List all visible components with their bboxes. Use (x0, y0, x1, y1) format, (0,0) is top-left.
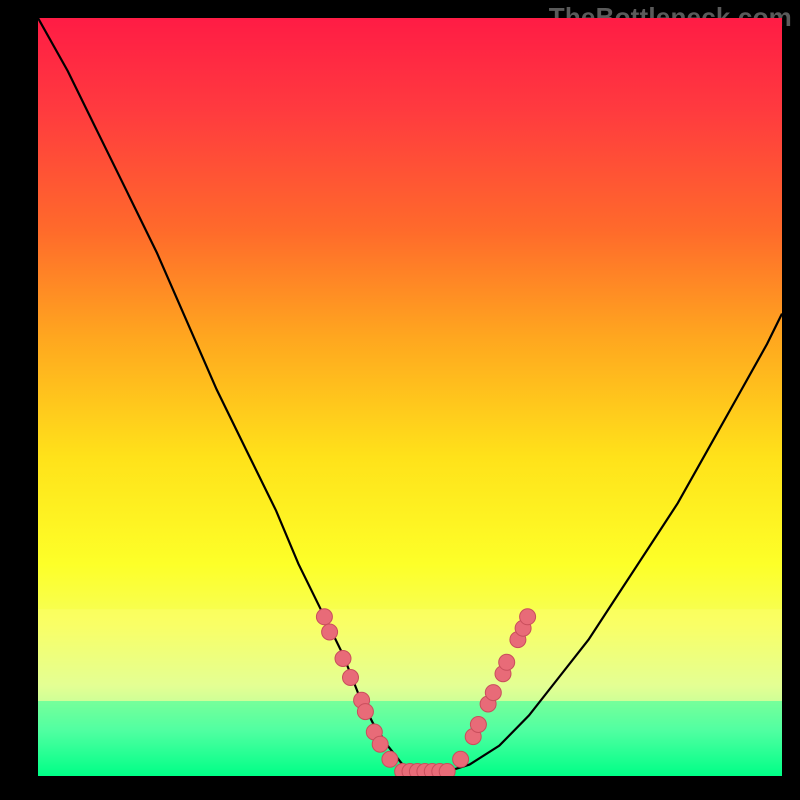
chart-frame: TheBottleneck.com (0, 0, 800, 800)
marker-point (520, 609, 536, 625)
marker-point (499, 654, 515, 670)
marker-point (470, 717, 486, 733)
marker-point (343, 670, 359, 686)
marker-point (439, 764, 455, 777)
marker-point (316, 609, 332, 625)
marker-point (357, 704, 373, 720)
marker-point (485, 685, 501, 701)
highlight-band-top (38, 609, 782, 701)
marker-point (322, 624, 338, 640)
plot-svg (38, 18, 782, 776)
plot-area (38, 18, 782, 776)
marker-point (453, 751, 469, 767)
marker-point (382, 751, 398, 767)
marker-point (335, 651, 351, 667)
marker-point (372, 736, 388, 752)
